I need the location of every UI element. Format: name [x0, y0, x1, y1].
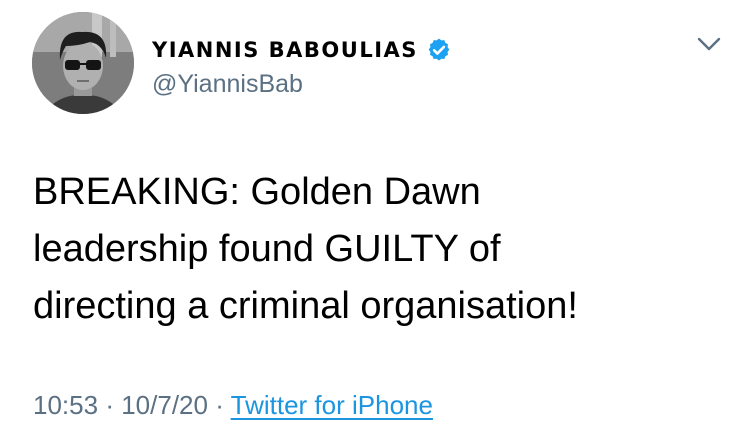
tweet-text: BREAKING: Golden Dawn leadership found G… [33, 164, 723, 335]
tweet-source-link[interactable]: Twitter for iPhone [231, 390, 433, 420]
display-name[interactable]: YIANNIS BABOULIAS [152, 38, 418, 62]
avatar-image [32, 12, 134, 114]
user-handle[interactable]: @YiannisBab [152, 70, 303, 99]
tweet-date[interactable]: 10/7/20 [121, 390, 208, 420]
tweet-text-line: leadership found GUILTY of [33, 228, 501, 270]
tweet-card: YIANNIS BABOULIAS @YiannisBab BREAKING: … [0, 0, 750, 433]
avatar[interactable] [32, 12, 134, 114]
meta-separator: · [105, 390, 114, 420]
meta-separator: · [215, 390, 224, 420]
verified-badge-icon [426, 37, 452, 63]
author-name-row[interactable]: YIANNIS BABOULIAS [152, 36, 452, 64]
chevron-down-icon[interactable] [696, 34, 722, 54]
tweet-time[interactable]: 10:53 [33, 390, 98, 420]
tweet-text-line: directing a criminal organisation! [33, 285, 578, 327]
tweet-text-line: BREAKING: Golden Dawn [33, 171, 481, 213]
tweet-meta: 10:53 · 10/7/20 · Twitter for iPhone [33, 390, 433, 421]
